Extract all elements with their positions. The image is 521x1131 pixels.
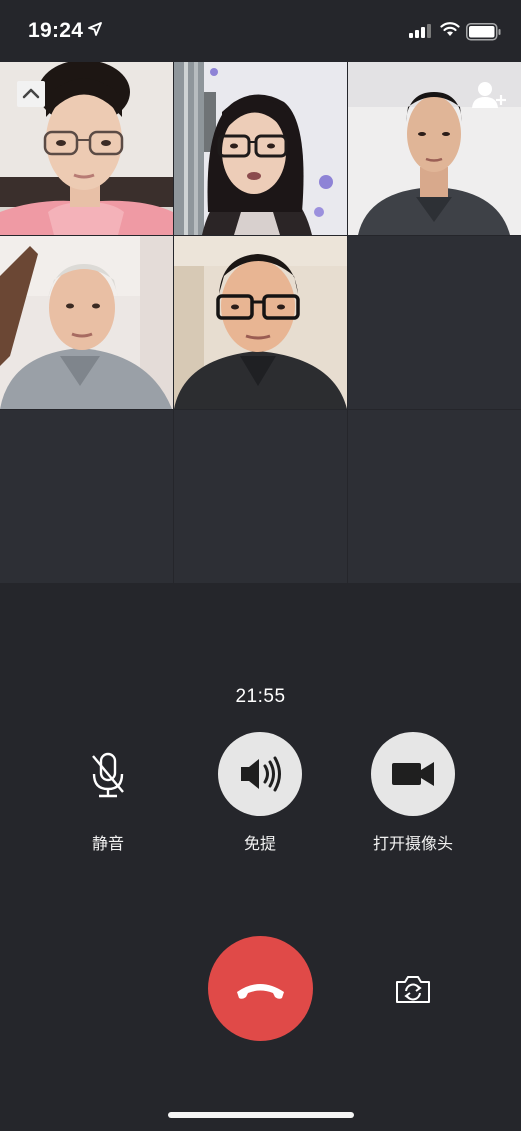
participant-video-4[interactable]: [0, 236, 173, 409]
wifi-icon: [440, 22, 460, 36]
empty-video-slot: [0, 410, 173, 583]
camera-label: 打开摄像头: [372, 836, 453, 853]
speaker-button[interactable]: 免提: [185, 732, 335, 854]
add-participant-icon[interactable]: [471, 80, 509, 110]
speaker-label: 免提: [243, 836, 276, 853]
mute-label: 静音: [91, 836, 124, 853]
video-camera-icon: [392, 762, 434, 786]
mute-button-area: [66, 732, 150, 816]
speaker-icon: [241, 756, 281, 792]
location-arrow-icon: [88, 22, 102, 36]
camera-button[interactable]: 打开摄像头: [338, 732, 488, 854]
home-indicator[interactable]: [168, 1112, 354, 1118]
microphone-muted-icon: [92, 752, 124, 798]
camera-button-circle: [371, 732, 455, 816]
status-time: 19:24: [28, 19, 84, 42]
switch-camera-icon[interactable]: [394, 972, 432, 1006]
participant-video-2[interactable]: [174, 62, 347, 235]
video-grid: [0, 62, 521, 583]
battery-icon: [466, 23, 501, 41]
call-duration: 21:55: [235, 686, 286, 707]
speaker-button-circle: [218, 732, 302, 816]
empty-video-slot: [348, 410, 521, 583]
collapse-button[interactable]: [17, 81, 45, 107]
cellular-signal-icon: [409, 24, 431, 38]
empty-video-slot: [174, 410, 347, 583]
mute-button[interactable]: 静音: [33, 732, 183, 854]
chevron-up-icon: [22, 88, 40, 99]
status-bar: 19:24: [0, 0, 521, 62]
hang-up-button[interactable]: [208, 936, 313, 1041]
empty-video-slot: [348, 236, 521, 409]
phone-hangup-icon: [237, 984, 284, 999]
participant-video-5[interactable]: [174, 236, 347, 409]
